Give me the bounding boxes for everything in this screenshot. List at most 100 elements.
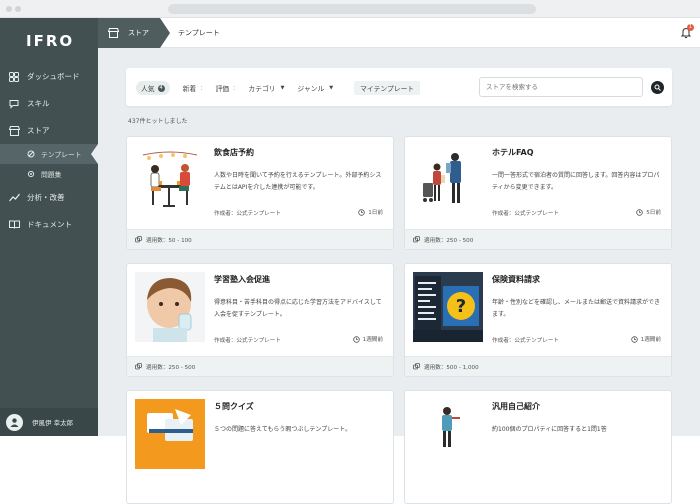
sidebar-item-label: 分析・改善 — [27, 193, 65, 202]
question-board-photo: ? — [413, 272, 483, 342]
card-title: ホテルFAQ — [492, 148, 534, 157]
clock-icon — [358, 208, 365, 216]
address-bar[interactable] — [168, 4, 536, 14]
user-menu[interactable]: 伊風伊 幸太郎 — [0, 408, 98, 436]
sidebar-item-label: ドキュメント — [27, 220, 72, 229]
link-icon — [135, 236, 142, 243]
sidebar-subitem-label: テンプレート — [41, 151, 82, 159]
sidebar-item-skills[interactable]: スキル — [0, 90, 98, 117]
restaurant-illustration — [135, 145, 205, 215]
card-author: 作成者：公式テンプレート — [214, 338, 281, 344]
top-bar: ストア テンプレート 1 — [98, 18, 700, 48]
logo-area[interactable]: IFRO — [0, 18, 98, 63]
breadcrumb-store[interactable]: ストア — [98, 18, 170, 48]
sidebar-subitem-question-bank[interactable]: 問題集 — [0, 164, 98, 184]
tab-label: ジャンル — [297, 85, 325, 93]
sidebar-item-dashboard[interactable]: ダッシュボード — [0, 63, 98, 90]
template-card[interactable]: 学習塾入会促進 得意科目・苦手科目の得点に応じた学習方法をアドバイスして入会を促… — [126, 263, 394, 377]
browser-chrome — [0, 0, 700, 18]
card-title: 保険資料請求 — [492, 275, 540, 284]
sidebar-item-label: ダッシュボード — [27, 72, 80, 81]
tab-label: 新着 — [182, 85, 197, 93]
sidebar-item-label: ストア — [27, 126, 50, 135]
caret-down-icon: ▼ — [280, 85, 285, 91]
card-title: 汎用自己紹介 — [492, 402, 540, 411]
card-description: ５つの問題に答えてもらう暇つぶしテンプレート。 — [214, 426, 352, 433]
tab-label: 評価 — [215, 85, 230, 93]
card-author: 作成者：公式テンプレート — [492, 211, 559, 217]
card-description: 人数や日時を聞いて予約を行えるテンプレート。外部予約システムとはAPIを介した連… — [214, 172, 382, 191]
search-button[interactable] — [651, 81, 664, 94]
card-updated: 5日前 — [636, 208, 661, 216]
card-usage: 適用数：250 - 500 — [424, 237, 474, 244]
store-icon — [8, 125, 20, 137]
clock-icon — [352, 335, 360, 343]
template-card[interactable]: 汎用自己紹介 約100個のプロパティに回答すると1問1答 — [404, 390, 672, 504]
tab-my-templates[interactable]: マイテンプレート — [354, 81, 421, 95]
quiz-illustration — [135, 399, 205, 469]
tab-category[interactable]: カテゴリ ▼ — [248, 83, 284, 93]
breadcrumb-label: ストア — [128, 29, 149, 37]
tab-separator: : — [200, 84, 203, 92]
breadcrumb-template: テンプレート — [178, 18, 220, 48]
window-dot — [15, 6, 21, 12]
sidebar-item-docs[interactable]: ドキュメント — [0, 211, 98, 238]
tab-label: 人気 — [141, 85, 155, 93]
tab-label: カテゴリ — [248, 85, 276, 93]
filter-tabs: 人気 4 新着: 評価: カテゴリ ▼ ジャンル ▼ マイテンプレート — [136, 81, 433, 95]
sidebar-nav: ダッシュボード スキル ストア テンプレート 問題集 分析・改善 ドキュメント — [0, 63, 98, 238]
card-time: 5日前 — [646, 210, 661, 216]
search-icon — [654, 84, 661, 91]
card-updated: 1日前 — [358, 208, 383, 216]
template-card[interactable]: ? 保険資料請求 年齢・性別などを確認し、メールまたは郵送で資料請求ができます。… — [404, 263, 672, 377]
template-icon — [26, 150, 35, 159]
card-author: 作成者：公式テンプレート — [214, 211, 281, 217]
dot-icon — [26, 170, 35, 179]
sidebar-item-analytics[interactable]: 分析・改善 — [0, 184, 98, 211]
template-card[interactable]: ホテルFAQ 一問一答形式で宿泊者の質問に回答します。回答内容はプロパティから変… — [404, 136, 672, 250]
sidebar-subitem-template[interactable]: テンプレート — [0, 144, 98, 164]
logo: IFRO — [26, 31, 75, 50]
card-title: ５問クイズ — [214, 402, 254, 411]
book-icon — [8, 219, 20, 231]
card-updated: 1週間前 — [630, 335, 661, 343]
app-window: IFRO ダッシュボード スキル ストア テンプレート 問題集 分析・改善 ドキ… — [0, 0, 700, 504]
window-dot — [6, 6, 12, 12]
caret-down-icon: ▼ — [329, 85, 334, 91]
link-icon — [413, 363, 420, 370]
hotel-illustration — [413, 145, 483, 215]
sidebar-item-label: スキル — [27, 99, 50, 108]
filter-bar: 人気 4 新着: 評価: カテゴリ ▼ ジャンル ▼ マイテンプレート — [126, 68, 672, 106]
card-footer: 適用数：250 - 500 — [405, 229, 671, 249]
notification-button[interactable]: 1 — [680, 24, 694, 39]
avatar — [6, 413, 23, 431]
link-icon — [135, 363, 142, 370]
breadcrumb-label: テンプレート — [178, 29, 220, 37]
card-usage: 適用数：500 - 1,000 — [424, 364, 479, 371]
card-usage: 適用数：50 - 100 — [146, 237, 192, 244]
tab-rating[interactable]: 評価: — [215, 83, 235, 93]
card-footer: 適用数：250 - 500 — [127, 356, 393, 376]
presenter-illustration — [413, 399, 483, 469]
template-card[interactable]: 飲食店予約 人数や日時を聞いて予約を行えるテンプレート。外部予約システムとはAP… — [126, 136, 394, 250]
dashboard-icon — [8, 71, 20, 83]
sidebar-item-store[interactable]: ストア — [0, 117, 98, 144]
tab-popular[interactable]: 人気 4 — [136, 81, 170, 95]
template-card[interactable]: ５問クイズ ５つの問題に答えてもらう暇つぶしテンプレート。 — [126, 390, 394, 504]
card-footer: 適用数：500 - 1,000 — [405, 356, 671, 376]
chat-bubble-icon — [8, 98, 20, 110]
card-updated: 1週間前 — [352, 335, 383, 343]
link-icon — [413, 236, 420, 243]
tab-genre[interactable]: ジャンル ▼ — [297, 83, 333, 93]
card-description: 一問一答形式で宿泊者の質問に回答します。回答内容はプロパティから変更できます。 — [492, 172, 660, 191]
clock-icon — [636, 208, 643, 216]
tab-new[interactable]: 新着: — [183, 83, 203, 93]
card-footer: 適用数：50 - 100 — [127, 229, 393, 249]
clock-icon — [630, 335, 638, 343]
tab-label: マイテンプレート — [360, 85, 415, 93]
search-input[interactable] — [479, 77, 643, 97]
card-time: 1週間前 — [362, 337, 383, 343]
sort-badge: 4 — [157, 84, 165, 92]
card-time: 1日前 — [368, 210, 383, 216]
sidebar-subitem-label: 問題集 — [41, 171, 62, 179]
